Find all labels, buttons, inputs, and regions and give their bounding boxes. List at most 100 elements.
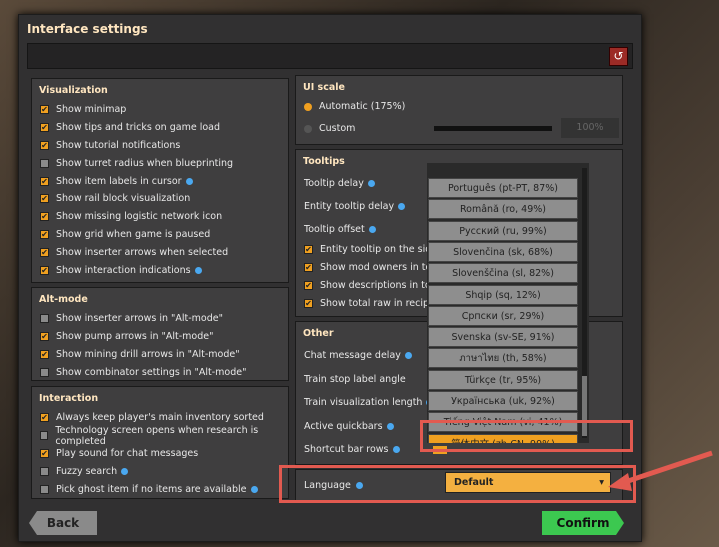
checkbox-row[interactable]: ✔ Show tutorial notifications: [32, 137, 288, 155]
ui-scale-value[interactable]: 100%: [561, 118, 619, 138]
checkbox-label: Show missing logistic network icon: [56, 211, 223, 223]
info-icon: [392, 446, 400, 454]
section-title: Interaction: [39, 393, 99, 404]
checkbox-row[interactable]: ✔ Show mining drill arrows in "Alt-mode": [32, 346, 288, 364]
info-icon: [194, 266, 202, 274]
back-button[interactable]: Back: [29, 511, 97, 535]
checkbox[interactable]: ✔: [40, 123, 49, 133]
checkbox[interactable]: ✔: [40, 105, 49, 115]
language-option[interactable]: ภาษาไทย (th, 58%): [428, 348, 578, 369]
language-option[interactable]: Română (ro, 49%): [428, 199, 578, 220]
checkbox-label: Entity tooltip on the side: [320, 244, 438, 256]
checkbox[interactable]: ✔: [304, 298, 313, 308]
language-option[interactable]: Shqip (sq, 12%): [428, 284, 578, 305]
info-icon: [367, 180, 375, 187]
radio-icon[interactable]: [304, 102, 312, 111]
checkbox-row[interactable]: ✔ Show pump arrows in "Alt-mode": [32, 328, 288, 346]
language-option[interactable]: Українська (uk, 92%): [428, 391, 578, 411]
checkbox[interactable]: ✔: [304, 280, 313, 290]
confirm-button[interactable]: Confirm: [542, 511, 624, 535]
checkbox-label: Show minimap: [56, 104, 127, 116]
checkbox[interactable]: ✔: [40, 413, 49, 423]
language-dropdown-list[interactable]: Português (pt-PT, 87%) Română (ro, 49%) Ру…: [427, 163, 589, 443]
slider-label: Active quickbars: [304, 420, 383, 432]
checkbox[interactable]: ✔: [40, 247, 49, 257]
checkbox-label: Always keep player's main inventory sort…: [56, 412, 264, 424]
checkbox[interactable]: ✔: [40, 349, 49, 359]
checkbox[interactable]: [40, 314, 49, 324]
checkbox-row[interactable]: Fuzzy search: [32, 462, 288, 480]
checkbox-row[interactable]: ✔ Show item labels in cursor: [32, 172, 288, 190]
checkbox[interactable]: ✔: [40, 212, 49, 222]
checkbox-label: Show grid when game is paused: [56, 228, 211, 240]
info-icon: [398, 203, 406, 210]
slider-label: Train stop label angle: [304, 373, 406, 385]
checkbox-label: Show rail block visualization: [56, 193, 191, 205]
checkbox-label: Fuzzy search: [56, 465, 118, 477]
reset-button[interactable]: ↺: [609, 47, 628, 66]
annotation-arrow-icon: [608, 450, 713, 491]
checkbox[interactable]: [40, 367, 49, 377]
checkbox[interactable]: ✔: [40, 229, 49, 239]
checkbox-row[interactable]: Show inserter arrows in "Alt-mode": [32, 310, 288, 328]
slider-label: Train visualization length: [304, 397, 423, 409]
checkbox[interactable]: ✔: [40, 176, 49, 186]
section-title: Alt-mode: [39, 294, 88, 305]
checkbox-row[interactable]: ✔ Show minimap: [32, 101, 288, 119]
scrollbar[interactable]: [582, 168, 587, 438]
radio-label: Automatic (175%): [319, 101, 406, 113]
checkbox-row[interactable]: ✔ Show grid when game is paused: [32, 226, 288, 244]
checkbox-label: Technology screen opens when research is…: [55, 424, 259, 447]
language-option[interactable]: Türkçe (tr, 95%): [428, 369, 578, 390]
info-icon: [368, 226, 376, 233]
checkbox[interactable]: [40, 158, 49, 168]
checkbox[interactable]: [40, 484, 49, 494]
checkbox[interactable]: [40, 466, 49, 476]
slider-label: Tooltip offset: [304, 224, 365, 235]
checkbox-label: Play sound for chat messages: [56, 447, 199, 459]
checkbox-row[interactable]: ✔ Show interaction indications: [32, 261, 288, 279]
language-option[interactable]: Português (pt-PT, 87%): [428, 178, 578, 198]
toolbar: ↺: [27, 43, 633, 69]
checkbox-row[interactable]: ✔ Play sound for chat messages: [32, 445, 288, 463]
checkbox[interactable]: ✔: [40, 332, 49, 342]
checkbox-label: Show mining drill arrows in "Alt-mode": [56, 348, 240, 360]
checkbox-row[interactable]: Show combinator settings in "Alt-mode": [32, 363, 288, 381]
checkbox-label: Show interaction indications: [56, 264, 191, 276]
checkbox-label: Show tips and tricks on game load: [56, 122, 221, 134]
checkbox-row[interactable]: ✔ Show tips and tricks on game load: [32, 119, 288, 137]
checkbox[interactable]: ✔: [40, 448, 49, 458]
checkbox[interactable]: ✔: [40, 265, 49, 275]
checkbox-label: Show item labels in cursor: [56, 175, 182, 187]
checkbox-row[interactable]: Technology screen opens when research is…: [32, 424, 288, 447]
section-title: Visualization: [39, 85, 108, 96]
radio-label: Custom: [319, 123, 356, 135]
info-icon: [185, 177, 193, 185]
language-option[interactable]: Русский (ru, 99%): [428, 220, 578, 241]
annotation-box-language: [279, 465, 636, 503]
checkbox-row[interactable]: Show turret radius when blueprinting: [32, 154, 288, 172]
slider-label: Chat message delay: [304, 350, 401, 362]
radio-automatic[interactable]: Automatic (175%): [296, 98, 622, 116]
slider-label: Entity tooltip delay: [304, 201, 395, 212]
checkbox-row[interactable]: Pick ghost item if no items are availabl…: [32, 480, 288, 498]
checkbox[interactable]: ✔: [40, 194, 49, 204]
checkbox[interactable]: ✔: [304, 263, 313, 273]
checkbox-label: Show inserter arrows when selected: [56, 246, 229, 258]
language-option[interactable]: Slovenščina (sl, 82%): [428, 263, 578, 284]
checkbox-row[interactable]: ✔ Show missing logistic network icon: [32, 208, 288, 226]
info-icon: [121, 467, 129, 475]
language-option[interactable]: Svenska (sv-SE, 91%): [428, 327, 578, 348]
language-option[interactable]: Српски (sr, 29%): [428, 305, 578, 326]
checkbox-row[interactable]: ✔ Show rail block visualization: [32, 190, 288, 208]
checkbox[interactable]: [40, 431, 49, 441]
checkbox-label: Show tutorial notifications: [56, 139, 181, 151]
uiscale-section: UI scale Automatic (175%) Custom 100%: [295, 75, 623, 145]
checkbox[interactable]: ✔: [304, 245, 313, 255]
checkbox-row[interactable]: ✔ Show inserter arrows when selected: [32, 243, 288, 261]
radio-icon[interactable]: [304, 124, 312, 133]
language-option[interactable]: Slovenčina (sk, 68%): [428, 241, 578, 262]
ui-scale-slider[interactable]: [434, 126, 552, 131]
info-icon: [386, 422, 394, 430]
checkbox[interactable]: ✔: [40, 140, 49, 150]
